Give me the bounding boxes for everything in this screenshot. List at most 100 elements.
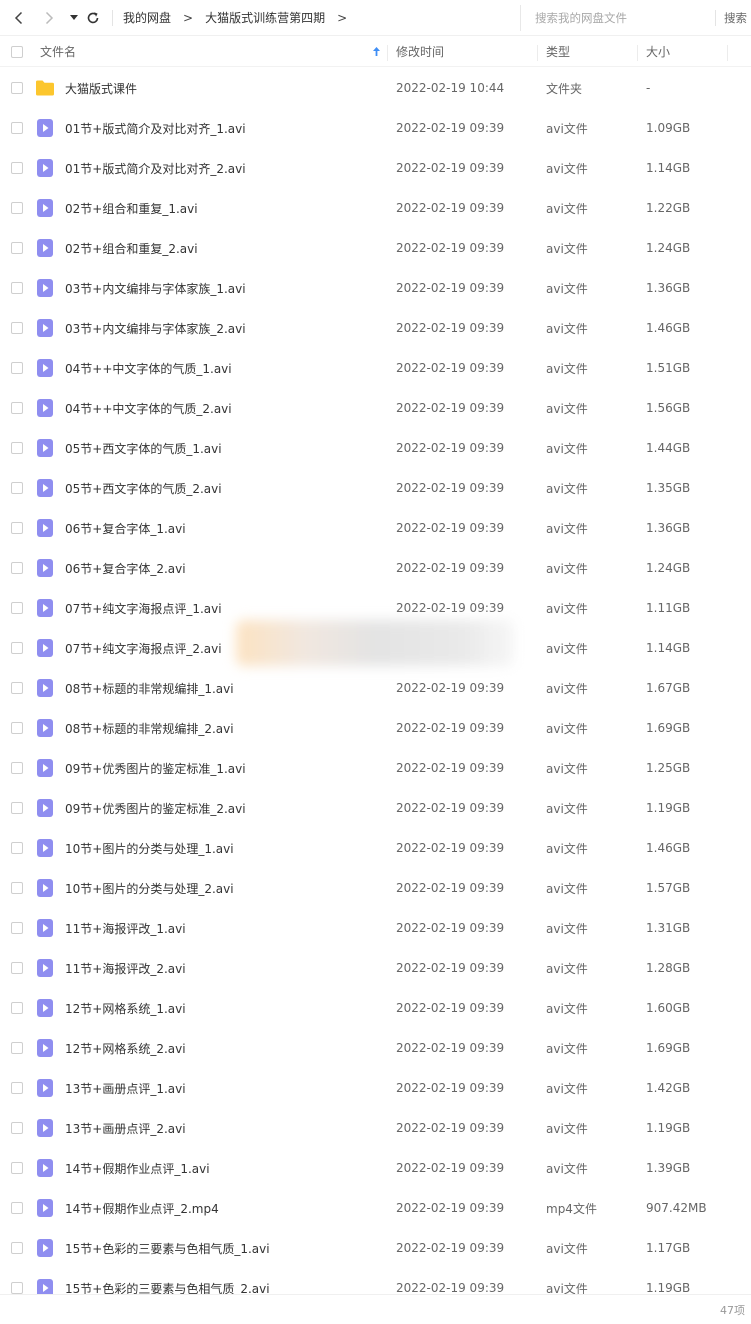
column-divider[interactable] [387,45,388,61]
file-name[interactable]: 12节+网格系统_1.avi [65,1000,186,1017]
row-checkbox[interactable] [11,482,23,494]
row-checkbox[interactable] [11,362,23,374]
row-checkbox[interactable] [11,962,23,974]
file-row[interactable]: 03节+内文编排与字体家族_1.avi 2022-02-19 09:39 avi文件… [0,268,751,308]
file-name[interactable]: 07节+纯文字海报点评_1.avi [65,600,222,617]
file-name[interactable]: 04节++中文字体的气质_2.avi [65,400,232,417]
history-dropdown-icon[interactable] [68,9,80,27]
file-name[interactable]: 02节+组合和重复_1.avi [65,200,198,217]
column-header-modified-time[interactable]: 修改时间 [396,43,444,60]
file-row[interactable]: 04节++中文字体的气质_2.avi 2022-02-19 09:39 avi文件 1… [0,388,751,428]
file-row[interactable]: 02节+组合和重复_1.avi 2022-02-19 09:39 avi文件 1.22… [0,188,751,228]
row-checkbox[interactable] [11,1122,23,1134]
file-name[interactable]: 11节+海报评改_1.avi [65,920,186,937]
file-row[interactable]: 10节+图片的分类与处理_1.avi 2022-02-19 09:39 avi文件 1… [0,828,751,868]
row-checkbox[interactable] [11,842,23,854]
row-checkbox[interactable] [11,922,23,934]
row-checkbox[interactable] [11,442,23,454]
file-name[interactable]: 10节+图片的分类与处理_1.avi [65,840,234,857]
file-row[interactable]: 15节+色彩的三要素与色相气质_2.avi 2022-02-19 09:39 avi… [0,1268,751,1294]
file-row[interactable]: 10节+图片的分类与处理_2.avi 2022-02-19 09:39 avi文件 1… [0,868,751,908]
file-row[interactable]: 04节++中文字体的气质_1.avi 2022-02-19 09:39 avi文件 1… [0,348,751,388]
file-name[interactable]: 08节+标题的非常规编排_2.avi [65,720,234,737]
row-checkbox[interactable] [11,802,23,814]
search-button[interactable]: 搜索 [724,10,747,26]
file-name[interactable]: 15节+色彩的三要素与色相气质_2.avi [65,1280,270,1295]
column-divider[interactable] [727,45,728,61]
file-row[interactable]: 13节+画册点评_2.avi 2022-02-19 09:39 avi文件 1.19G… [0,1108,751,1148]
row-checkbox[interactable] [11,1042,23,1054]
row-checkbox[interactable] [11,602,23,614]
file-name[interactable]: 05节+西文字体的气质_2.avi [65,480,222,497]
file-name[interactable]: 15节+色彩的三要素与色相气质_1.avi [65,1240,270,1257]
file-name[interactable]: 12节+网格系统_2.avi [65,1040,186,1057]
file-row[interactable]: 05节+西文字体的气质_1.avi 2022-02-19 09:39 avi文件 1.… [0,428,751,468]
file-name[interactable]: 10节+图片的分类与处理_2.avi [65,880,234,897]
file-name[interactable]: 13节+画册点评_2.avi [65,1120,186,1137]
file-row[interactable]: 09节+优秀图片的鉴定标准_1.avi 2022-02-19 09:39 avi文件… [0,748,751,788]
file-row[interactable]: 12节+网格系统_1.avi 2022-02-19 09:39 avi文件 1.60G… [0,988,751,1028]
back-arrow-icon[interactable] [10,9,28,27]
file-row[interactable]: 01节+版式简介及对比对齐_2.avi 2022-02-19 09:39 avi文件… [0,148,751,188]
file-row[interactable]: 14节+假期作业点评_2.mp4 2022-02-19 09:39 mp4文件 907… [0,1188,751,1228]
file-name[interactable]: 07节+纯文字海报点评_2.avi [65,640,222,657]
search-input[interactable] [533,10,715,26]
row-checkbox[interactable] [11,722,23,734]
row-checkbox[interactable] [11,122,23,134]
row-checkbox[interactable] [11,762,23,774]
file-name[interactable]: 03节+内文编排与字体家族_2.avi [65,320,246,337]
row-checkbox[interactable] [11,562,23,574]
breadcrumb-item-root[interactable]: 我的网盘 [123,9,171,26]
row-checkbox[interactable] [11,1202,23,1214]
file-row[interactable]: 11节+海报评改_2.avi 2022-02-19 09:39 avi文件 1.28G… [0,948,751,988]
file-name[interactable]: 05节+西文字体的气质_1.avi [65,440,222,457]
breadcrumb-item-current-folder[interactable]: 大猫版式训练营第四期 [205,9,325,26]
row-checkbox[interactable] [11,682,23,694]
file-name[interactable]: 06节+复合字体_1.avi [65,520,186,537]
row-checkbox[interactable] [11,1242,23,1254]
file-row[interactable]: 15节+色彩的三要素与色相气质_1.avi 2022-02-19 09:39 avi… [0,1228,751,1268]
file-row[interactable]: 08节+标题的非常规编排_1.avi 2022-02-19 09:39 avi文件 1… [0,668,751,708]
column-header-name[interactable]: 文件名 [40,43,76,60]
file-row[interactable]: 02节+组合和重复_2.avi 2022-02-19 09:39 avi文件 1.24… [0,228,751,268]
file-row[interactable]: 09节+优秀图片的鉴定标准_2.avi 2022-02-19 09:39 avi文件… [0,788,751,828]
file-row[interactable]: 12节+网格系统_2.avi 2022-02-19 09:39 avi文件 1.69G… [0,1028,751,1068]
column-header-type[interactable]: 类型 [546,43,570,60]
file-name[interactable]: 13节+画册点评_1.avi [65,1080,186,1097]
row-checkbox[interactable] [11,1082,23,1094]
file-row[interactable]: 05节+西文字体的气质_2.avi 2022-02-19 09:39 avi文件 1.… [0,468,751,508]
file-row[interactable]: 14节+假期作业点评_1.avi 2022-02-19 09:39 avi文件 1.3… [0,1148,751,1188]
file-row[interactable]: 大猫版式课件 2022-02-19 10:44 文件夹 - [0,68,751,108]
column-header-size[interactable]: 大小 [646,43,670,60]
file-row[interactable]: 03节+内文编排与字体家族_2.avi 2022-02-19 09:39 avi文件… [0,308,751,348]
file-name[interactable]: 14节+假期作业点评_2.mp4 [65,1200,219,1217]
file-row[interactable]: 11节+海报评改_1.avi 2022-02-19 09:39 avi文件 1.31G… [0,908,751,948]
file-name[interactable]: 08节+标题的非常规编排_1.avi [65,680,234,697]
row-checkbox[interactable] [11,162,23,174]
file-name[interactable]: 01节+版式简介及对比对齐_2.avi [65,160,246,177]
file-name[interactable]: 11节+海报评改_2.avi [65,960,186,977]
row-checkbox[interactable] [11,642,23,654]
file-row[interactable]: 06节+复合字体_2.avi 2022-02-19 09:39 avi文件 1.24G… [0,548,751,588]
row-checkbox[interactable] [11,242,23,254]
file-name[interactable]: 06节+复合字体_2.avi [65,560,186,577]
file-name[interactable]: 04节++中文字体的气质_1.avi [65,360,232,377]
file-name[interactable]: 01节+版式简介及对比对齐_1.avi [65,120,246,137]
row-checkbox[interactable] [11,202,23,214]
row-checkbox[interactable] [11,1282,23,1294]
file-row[interactable]: 06节+复合字体_1.avi 2022-02-19 09:39 avi文件 1.36G… [0,508,751,548]
column-divider[interactable] [637,45,638,61]
file-name[interactable]: 09节+优秀图片的鉴定标准_2.avi [65,800,246,817]
row-checkbox[interactable] [11,1162,23,1174]
file-row[interactable]: 01节+版式简介及对比对齐_1.avi 2022-02-19 09:39 avi文件… [0,108,751,148]
sort-ascending-icon[interactable] [372,46,381,57]
file-name[interactable]: 09节+优秀图片的鉴定标准_1.avi [65,760,246,777]
file-name[interactable]: 大猫版式课件 [65,80,137,97]
select-all-checkbox[interactable] [11,46,23,58]
row-checkbox[interactable] [11,322,23,334]
file-name[interactable]: 02节+组合和重复_2.avi [65,240,198,257]
row-checkbox[interactable] [11,522,23,534]
row-checkbox[interactable] [11,882,23,894]
file-row[interactable]: 13节+画册点评_1.avi 2022-02-19 09:39 avi文件 1.42G… [0,1068,751,1108]
row-checkbox[interactable] [11,282,23,294]
